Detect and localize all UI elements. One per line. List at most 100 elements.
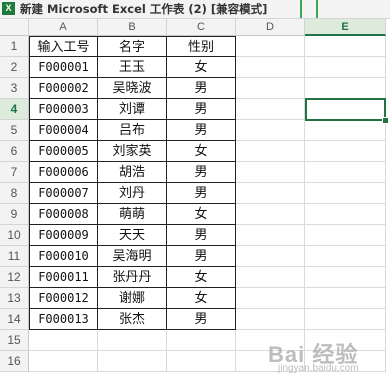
cell[interactable] [305,309,386,330]
cell[interactable] [305,162,386,183]
cell[interactable] [305,78,386,99]
column-header-b[interactable]: B [98,19,167,36]
cell[interactable] [236,183,305,204]
table-cell[interactable]: F000003 [29,99,98,120]
table-cell[interactable]: F000001 [29,57,98,78]
table-cell[interactable]: 女 [167,57,236,78]
row-header-7[interactable]: 7 [0,162,29,183]
row-header-11[interactable]: 11 [0,246,29,267]
table-cell[interactable]: 男 [167,309,236,330]
table-cell[interactable]: F000009 [29,225,98,246]
table-cell[interactable]: 男 [167,99,236,120]
cell[interactable] [29,351,98,372]
cell[interactable] [236,78,305,99]
cell[interactable] [167,351,236,372]
row-header-4[interactable]: 4 [0,99,29,120]
table-cell[interactable]: F000007 [29,183,98,204]
cell[interactable] [305,288,386,309]
table-cell[interactable]: 男 [167,120,236,141]
table-cell[interactable]: F000002 [29,78,98,99]
row-header-10[interactable]: 10 [0,225,29,246]
table-cell[interactable]: 吕布 [98,120,167,141]
row-header-3[interactable]: 3 [0,78,29,99]
row-header-13[interactable]: 13 [0,288,29,309]
column-header-e[interactable]: E [305,19,386,36]
table-cell[interactable]: 谢娜 [98,288,167,309]
cell[interactable] [305,267,386,288]
table-cell[interactable]: 张杰 [98,309,167,330]
cell[interactable] [305,246,386,267]
cell[interactable] [167,330,236,351]
cell[interactable] [236,99,305,120]
row-header-12[interactable]: 12 [0,267,29,288]
cell[interactable] [305,141,386,162]
table-cell[interactable]: 王玉 [98,57,167,78]
cell[interactable] [236,288,305,309]
table-cell[interactable]: F000011 [29,267,98,288]
cell[interactable] [29,330,98,351]
row-header-9[interactable]: 9 [0,204,29,225]
cell[interactable] [236,246,305,267]
row-header-14[interactable]: 14 [0,309,29,330]
cell[interactable] [236,267,305,288]
cell[interactable] [305,36,386,57]
row-header-15[interactable]: 15 [0,330,29,351]
cell[interactable] [236,36,305,57]
table-cell[interactable]: F000012 [29,288,98,309]
table-cell[interactable]: F000006 [29,162,98,183]
table-cell[interactable]: F000004 [29,120,98,141]
column-header-d[interactable]: D [236,19,305,36]
cell[interactable] [236,120,305,141]
table-cell[interactable]: 男 [167,246,236,267]
table-cell[interactable]: 萌萌 [98,204,167,225]
cell[interactable] [305,225,386,246]
active-cell-selection[interactable] [305,98,386,121]
table-cell[interactable]: 女 [167,288,236,309]
table-cell[interactable]: F000010 [29,246,98,267]
table-cell[interactable]: 女 [167,267,236,288]
row-header-5[interactable]: 5 [0,120,29,141]
table-cell[interactable]: 天天 [98,225,167,246]
excel-icon: X [2,2,15,15]
row-header-16[interactable]: 16 [0,351,29,372]
cell[interactable] [236,162,305,183]
cell[interactable] [236,309,305,330]
cell[interactable] [236,57,305,78]
table-cell[interactable]: 男 [167,78,236,99]
column-header-c[interactable]: C [167,19,236,36]
column-header-a[interactable]: A [29,19,98,36]
table-header-cell[interactable]: 输入工号 [29,36,98,57]
cell[interactable] [305,57,386,78]
cell[interactable] [305,204,386,225]
table-cell[interactable]: 吴海明 [98,246,167,267]
table-cell[interactable]: 男 [167,162,236,183]
table-header-cell[interactable]: 名字 [98,36,167,57]
cell[interactable] [98,330,167,351]
row-header-8[interactable]: 8 [0,183,29,204]
row-header-6[interactable]: 6 [0,141,29,162]
cell[interactable] [305,183,386,204]
cell[interactable] [98,351,167,372]
fill-handle[interactable] [382,117,389,124]
table-cell[interactable]: 刘家英 [98,141,167,162]
row-header-1[interactable]: 1 [0,36,29,57]
cell[interactable] [236,225,305,246]
cell[interactable] [236,141,305,162]
table-cell[interactable]: 刘丹 [98,183,167,204]
table-cell[interactable]: F000013 [29,309,98,330]
table-cell[interactable]: 张丹丹 [98,267,167,288]
table-cell[interactable]: 刘谭 [98,99,167,120]
table-cell[interactable]: 胡浩 [98,162,167,183]
cell[interactable] [305,120,386,141]
table-cell[interactable]: 吴晓波 [98,78,167,99]
table-cell[interactable]: 女 [167,204,236,225]
select-all-corner[interactable] [0,19,29,36]
table-cell[interactable]: 男 [167,183,236,204]
cell[interactable] [236,204,305,225]
table-cell[interactable]: 女 [167,141,236,162]
table-cell[interactable]: F000008 [29,204,98,225]
table-cell[interactable]: 男 [167,225,236,246]
table-cell[interactable]: F000005 [29,141,98,162]
row-header-2[interactable]: 2 [0,57,29,78]
table-header-cell[interactable]: 性别 [167,36,236,57]
